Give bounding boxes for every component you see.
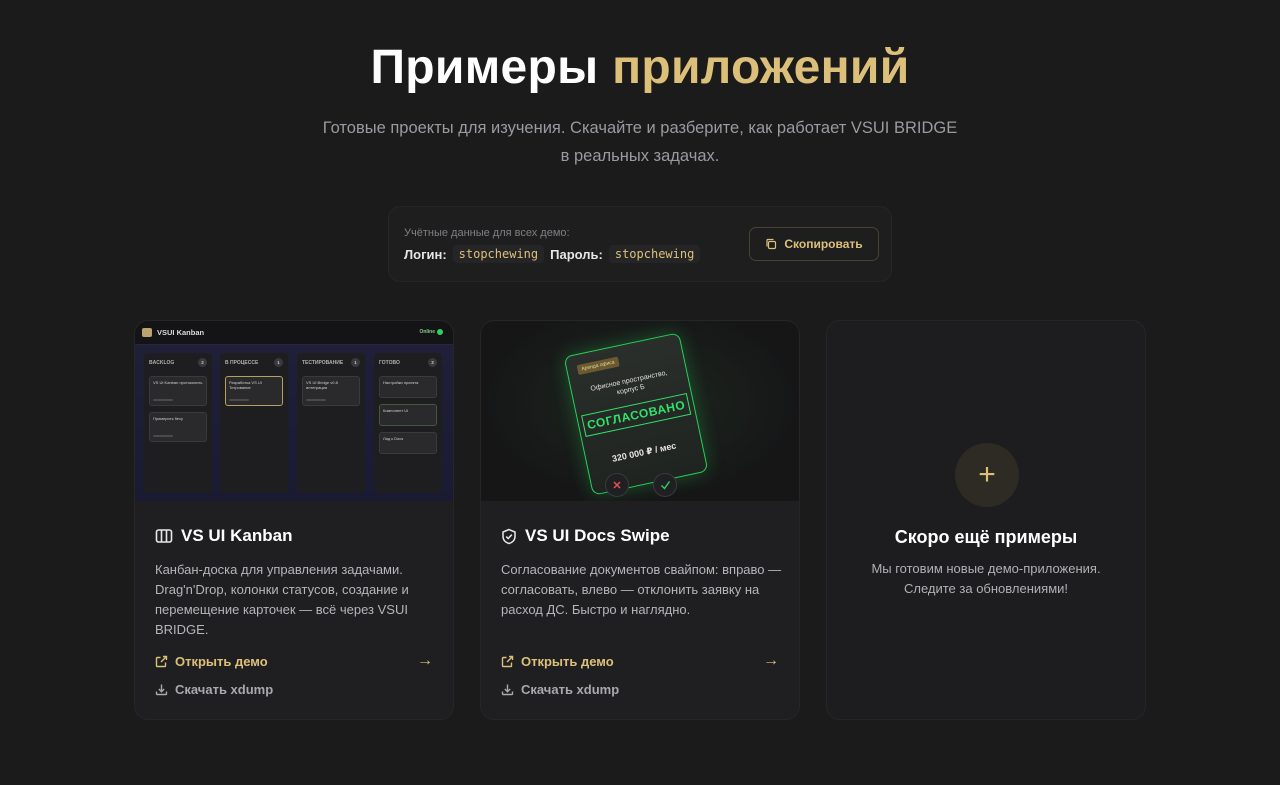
card-title-text: VS UI Docs Swipe [525,526,670,545]
copy-icon [766,238,777,250]
kanban-preview: VSUI Kanban Online BACKLOG 2 VS UI Kanban… [135,321,453,501]
reject-button[interactable] [605,473,629,497]
kanban-online-status: Online [419,329,443,335]
download-label: Скачать xdump [175,682,274,697]
kanban-column-title: В ПРОЦЕССЕ [225,359,259,366]
app-card-kanban: VSUI Kanban Online BACKLOG 2 VS UI Kanban… [134,320,454,720]
kanban-column-count: 1 [351,358,360,367]
kanban-column-title: ТЕСТИРОВАНИЕ [302,359,344,366]
external-link-icon [155,655,168,668]
coming-soon-title: Скоро ещё примеры [894,527,1078,547]
login-value: stopchewing [452,245,545,263]
open-demo-label: Открыть демо [175,654,268,669]
card-title: VS UI Docs Swipe [501,526,670,546]
kanban-column-count: 1 [274,358,283,367]
kanban-column-title: ГОТОВО [379,359,400,366]
kanban-preview-topbar: VSUI Kanban Online [135,321,453,345]
card-description: Согласование документов свайпом: вправо … [501,562,782,617]
download-icon [501,684,514,696]
document-price: 320 000 ₽ / мес [611,440,678,464]
kanban-card: Лид к Docs [379,432,437,454]
card-description: Канбан-доска для управления задачами. Dr… [155,562,409,637]
password-label: Пароль: [550,246,603,262]
download-icon [155,684,168,696]
kanban-card: VS UI Bridge v0.8 интеграция [302,376,360,406]
open-demo-label: Открыть демо [521,654,614,669]
close-icon [613,481,621,489]
arrow-right-icon[interactable]: → [417,652,433,670]
page-title-accent: приложений [612,41,910,94]
login-label: Логин: [404,246,447,262]
password-value: stopchewing [608,245,701,263]
coming-soon-description: Мы готовим новые демо-приложения. Следит… [871,561,1101,596]
download-xdump-link[interactable]: Скачать xdump [501,682,619,697]
subtitle-line-2: в реальных задачах. [560,147,720,165]
kanban-preview-board: BACKLOG 2 VS UI Kanban протоколить Пример… [135,345,453,501]
app-card-docs-swipe: Аренда офиса Офисное пространство, корпу… [480,320,800,720]
check-icon [660,481,670,490]
page-title-main: Примеры [370,41,599,94]
columns-icon [155,529,173,543]
kanban-card: Компонент UI [379,404,437,426]
kanban-card: Настройки проекта [379,376,437,398]
kanban-card: Примерить flexy [149,412,207,442]
coming-soon-card: + Скоро ещё примеры Мы готовим новые дем… [826,320,1146,720]
kanban-column: ГОТОВО 3 Настройки проекта Компонент UI Л… [374,353,442,493]
kanban-logo-icon [142,328,152,337]
docs-swipe-preview: Аренда офиса Офисное пространство, корпу… [481,321,799,501]
credentials-hint: Учётные данные для всех демо: [404,227,570,239]
credentials-row: Логин: stopchewing Пароль: stopchewing [404,245,706,263]
shield-check-icon [502,528,516,544]
arrow-right-icon[interactable]: → [763,652,779,670]
kanban-column: ТЕСТИРОВАНИЕ 1 VS UI Bridge v0.8 интеграц… [297,353,365,493]
credentials-panel: Учётные данные для всех демо: Логин: sto… [388,206,892,282]
page-title: Примеры приложений [0,40,1280,95]
subtitle-line-1: Готовые проекты для изучения. Скачайте и… [322,119,958,137]
kanban-column: В ПРОЦЕССЕ 1 Разработка VS UI Титрование [220,353,288,493]
plus-icon: + [955,443,1019,507]
kanban-preview-title: VSUI Kanban [157,328,205,337]
kanban-column-title: BACKLOG [149,359,175,366]
card-title-text: VS UI Kanban [181,526,293,545]
approve-button[interactable] [653,473,677,497]
download-label: Скачать xdump [521,682,620,697]
download-xdump-link[interactable]: Скачать xdump [155,682,273,697]
online-dot-icon [437,329,443,335]
kanban-card: Разработка VS UI Титрование [225,376,283,406]
kanban-column-count: 3 [428,358,437,367]
open-demo-link[interactable]: Открыть демо [501,654,614,669]
copy-credentials-button[interactable]: Скопировать [749,227,879,261]
kanban-card: VS UI Kanban протоколить [149,376,207,406]
document-tag: Аренда офиса [576,356,620,376]
kanban-column-count: 2 [198,358,207,367]
external-link-icon [501,655,514,668]
card-title: VS UI Kanban [155,526,292,546]
kanban-column: BACKLOG 2 VS UI Kanban протоколить Пример… [144,353,212,493]
open-demo-link[interactable]: Открыть демо [155,654,268,669]
page-subtitle: Готовые проекты для изучения. Скачайте и… [290,114,990,170]
copy-button-label: Скопировать [784,237,863,251]
